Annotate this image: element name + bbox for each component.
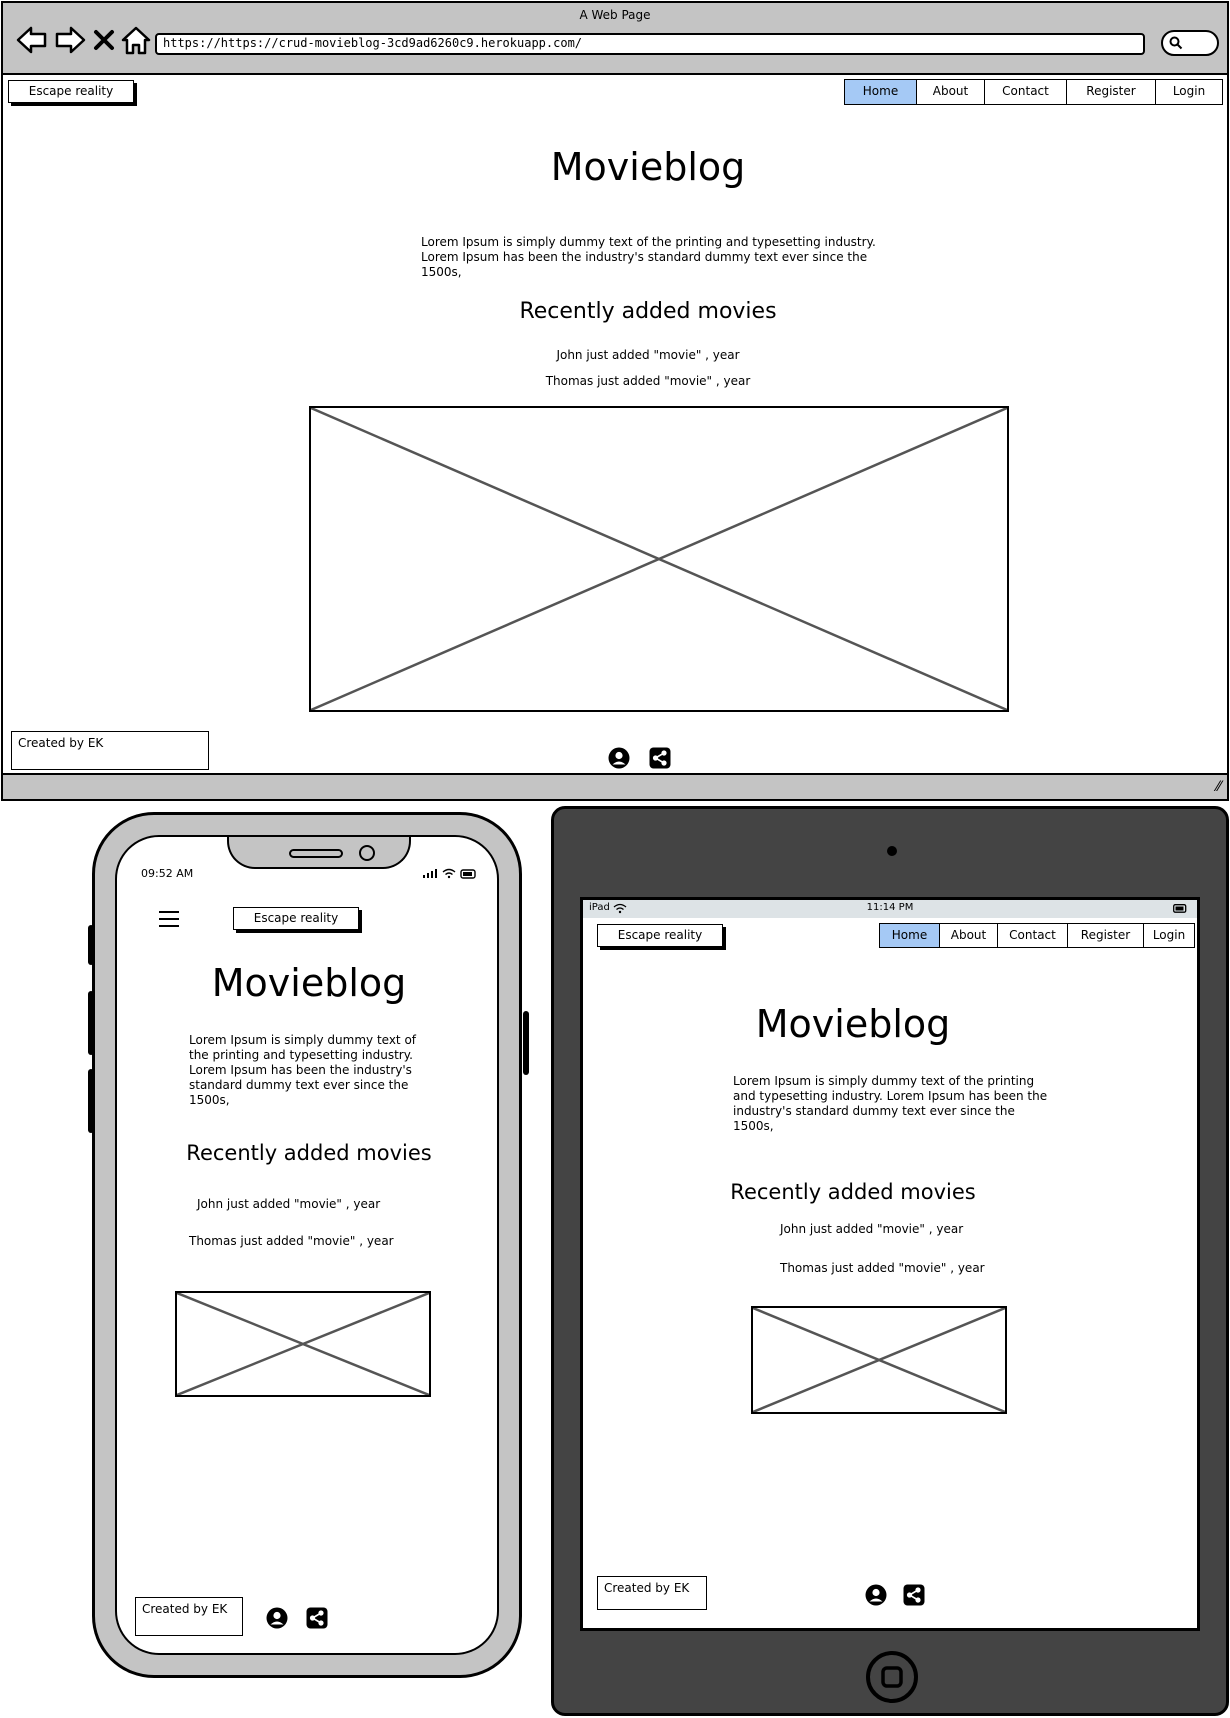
- user-icon[interactable]: [266, 1607, 288, 1629]
- address-bar[interactable]: https://https://crud-movieblog-3cd9ad626…: [155, 33, 1145, 55]
- battery-icon: [1173, 904, 1187, 913]
- search-icon: [1169, 36, 1183, 50]
- nav-login[interactable]: Login: [1155, 80, 1222, 104]
- status-icons: [423, 868, 476, 879]
- nav-register[interactable]: Register: [1066, 80, 1155, 104]
- page-title: Movieblog: [211, 961, 407, 1005]
- intro-text: Lorem Ipsum is simply dummy text of the …: [733, 1074, 1048, 1133]
- user-icon[interactable]: [608, 747, 630, 769]
- nav-login[interactable]: Login: [1143, 924, 1194, 947]
- nav-register[interactable]: Register: [1067, 924, 1143, 947]
- browser-toolbar: A Web Page https://https://crud-movieblo…: [3, 3, 1227, 75]
- resize-grip-icon[interactable]: ⁄⁄: [1216, 779, 1221, 795]
- recent-item: John just added "movie" , year: [197, 1197, 381, 1211]
- brand-button[interactable]: Escape reality: [8, 80, 134, 103]
- home-icon[interactable]: [119, 23, 153, 57]
- footer-credit: Created by EK: [135, 1597, 243, 1636]
- share-icon[interactable]: [903, 1584, 925, 1606]
- page-title: Movieblog: [550, 145, 746, 189]
- recent-item: Thomas just added "movie" , year: [780, 1261, 985, 1275]
- status-time: 09:52 AM: [141, 867, 194, 880]
- nav-about[interactable]: About: [939, 924, 997, 947]
- share-icon[interactable]: [649, 747, 671, 769]
- image-placeholder: [309, 406, 1009, 712]
- brand-button[interactable]: Escape reality: [597, 924, 723, 947]
- tablet-camera: [887, 846, 897, 856]
- phone-side-button: [88, 1069, 94, 1133]
- nav-contact[interactable]: Contact: [997, 924, 1067, 947]
- recent-item: Thomas just added "movie" , year: [545, 374, 751, 388]
- footer-credit: Created by EK: [11, 731, 209, 770]
- main-nav: Home About Contact Register Login: [844, 79, 1223, 105]
- recent-item: John just added "movie" , year: [556, 348, 740, 362]
- share-icon[interactable]: [306, 1607, 328, 1629]
- phone-side-button: [523, 1011, 529, 1075]
- nav-home[interactable]: Home: [880, 924, 939, 947]
- brand-button[interactable]: Escape reality: [233, 907, 359, 930]
- image-placeholder: [175, 1291, 431, 1397]
- recent-heading: Recently added movies: [186, 1141, 432, 1165]
- intro-text: Lorem Ipsum is simply dummy text of the …: [421, 235, 876, 279]
- page-title: Movieblog: [755, 1002, 951, 1046]
- intro-text: Lorem Ipsum is simply dummy text of the …: [189, 1033, 417, 1107]
- desktop-browser-window: A Web Page https://https://crud-movieblo…: [1, 1, 1229, 801]
- phone-screen: 09:52 AM Escape reality Movieblog Lorem …: [115, 835, 499, 1655]
- hamburger-menu-icon[interactable]: [157, 909, 181, 929]
- back-arrow-icon[interactable]: [15, 23, 49, 57]
- phone-side-button: [88, 925, 94, 965]
- tablet-status-bar: iPad 11:14 PM: [583, 900, 1197, 918]
- recent-item: John just added "movie" , year: [780, 1222, 964, 1236]
- window-title: A Web Page: [579, 8, 651, 22]
- phone-mockup: 09:52 AM Escape reality Movieblog Lorem …: [88, 812, 529, 1678]
- close-icon[interactable]: [91, 23, 117, 57]
- forward-arrow-icon[interactable]: [53, 23, 87, 57]
- tablet-mockup: iPad 11:14 PM Escape reality Home About …: [551, 806, 1229, 1716]
- tablet-screen: iPad 11:14 PM Escape reality Home About …: [580, 897, 1200, 1631]
- image-placeholder: [751, 1306, 1007, 1414]
- main-nav: Home About Contact Register Login: [879, 923, 1195, 948]
- recent-heading: Recently added movies: [730, 1180, 976, 1204]
- nav-about[interactable]: About: [916, 80, 984, 104]
- nav-contact[interactable]: Contact: [984, 80, 1066, 104]
- phone-side-button: [88, 991, 94, 1055]
- nav-home[interactable]: Home: [845, 80, 916, 104]
- status-time: 11:14 PM: [866, 902, 914, 913]
- phone-notch: [227, 837, 411, 869]
- recent-heading: Recently added movies: [519, 299, 777, 324]
- tablet-home-button[interactable]: [866, 1651, 918, 1703]
- user-icon[interactable]: [865, 1584, 887, 1606]
- browser-status-bar: ⁄⁄: [3, 773, 1227, 799]
- recent-item: Thomas just added "movie" , year: [189, 1234, 394, 1248]
- footer-credit: Created by EK: [597, 1576, 707, 1610]
- browser-search-field[interactable]: [1161, 30, 1219, 56]
